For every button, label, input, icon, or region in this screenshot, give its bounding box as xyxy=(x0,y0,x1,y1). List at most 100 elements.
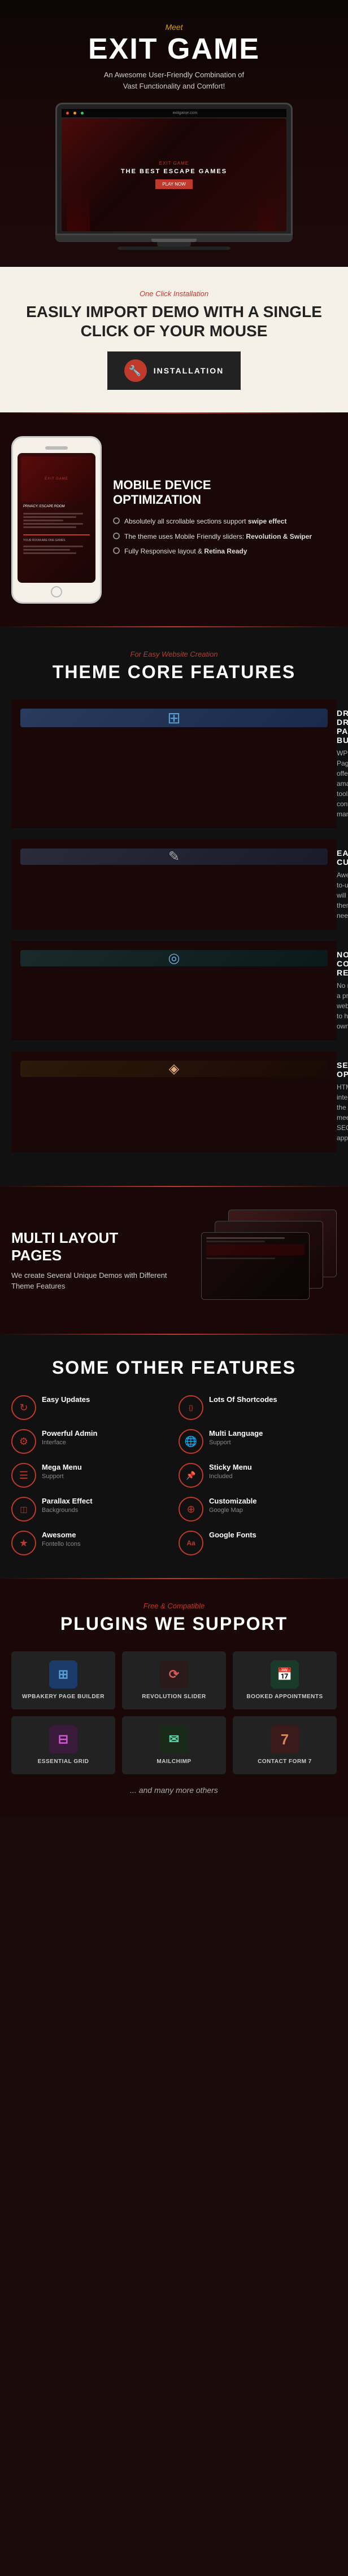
plugin-card-cf7: 7 CONTACT FORM 7 xyxy=(233,1716,337,1774)
megamenu-info: Mega MenuSupport xyxy=(42,1463,82,1481)
feature-item-drag: ⊞ DRAG & DROP PAGE BUILDER WPBakery Page… xyxy=(11,700,337,828)
mobile-feature-list: Absolutely all scrollable sections suppo… xyxy=(113,517,337,556)
install-icon: 🔧 xyxy=(124,359,147,382)
hero-subtitle: An Awesome User-Friendly Combination ofV… xyxy=(11,69,337,91)
sticky-info: Sticky MenuIncluded xyxy=(209,1463,252,1481)
sticky-icon: 📌 xyxy=(179,1463,203,1488)
page-card-3 xyxy=(201,1232,310,1300)
plugin-card-booked: 📅 BOOKED APPOINTMENTS xyxy=(233,1651,337,1709)
feature-text-seo: SEO OPTIMIZED HTML code integrated into … xyxy=(337,1061,348,1143)
phone-line xyxy=(23,520,63,521)
phone-screen: Exit Game PRIVACY: ESCAPE ROOM YOUR ROOM… xyxy=(18,453,95,583)
feat-card-multilang: 🌐 Multi LanguageSupport xyxy=(179,1429,337,1454)
mobile-title: MOBILE DEVICE OPTIMIZATION xyxy=(113,478,337,508)
shortcodes-icon: {} xyxy=(179,1395,203,1420)
googlefonts-icon: Aa xyxy=(179,1531,203,1555)
phone-line xyxy=(23,549,70,551)
phone-mockup: Exit Game PRIVACY: ESCAPE ROOM YOUR ROOM… xyxy=(11,436,102,604)
plugin-card-essential: ⊟ ESSENTIAL GRID xyxy=(11,1716,115,1774)
list-item: Fully Responsive layout & Retina Ready xyxy=(113,547,337,556)
other-features-title: SOME OTHER FEATURES xyxy=(11,1357,337,1378)
mobile-section: Exit Game PRIVACY: ESCAPE ROOM YOUR ROOM… xyxy=(0,414,348,626)
mailchimp-label: MAILCHIMP xyxy=(156,1758,191,1765)
customize-icon: ✎ xyxy=(168,849,180,865)
feat-card-gmap: ⊕ CustomizableGoogle Map xyxy=(179,1497,337,1522)
phone-screen-lines xyxy=(21,511,92,532)
hero-title: EXIT GAME xyxy=(11,34,337,64)
coding-icon: ◎ xyxy=(168,950,180,966)
laptop-screen: EXIT GAME THE BEST ESCAPE GAMES Play Now xyxy=(62,118,286,231)
plugin-card-revolution: ⟳ REVOLUTION SLIDER xyxy=(122,1651,226,1709)
multilang-info: Multi LanguageSupport xyxy=(209,1429,263,1447)
booked-icon: 📅 xyxy=(271,1660,299,1689)
phone-line xyxy=(23,513,83,515)
plugin-card-wpbakery: ⊞ WPBAKERY PAGE BUILDER xyxy=(11,1651,115,1709)
multi-image xyxy=(201,1210,337,1311)
cf7-label: CONTACT FORM 7 xyxy=(258,1758,312,1765)
install-title: EASILY IMPORT DEMO WITH A SINGLE CLICK O… xyxy=(11,302,337,340)
feature-thumb-seo: ◈ xyxy=(20,1061,328,1077)
mailchimp-icon: ✉ xyxy=(160,1725,188,1753)
laptop-stand xyxy=(157,242,191,247)
feature-item-seo: ◈ SEO OPTIMIZED HTML code integrated int… xyxy=(11,1052,337,1152)
revolution-icon: ⟳ xyxy=(160,1660,188,1689)
feat-card-megamenu: ☰ Mega MenuSupport xyxy=(11,1463,169,1488)
multilang-icon: 🌐 xyxy=(179,1429,203,1454)
phone-screen-img: Exit Game xyxy=(21,456,92,502)
feature-item-customize: ✎ EASY TO CUSTOMIZE Awesome easy-to-use … xyxy=(11,839,337,930)
other-features-section: SOME OTHER FEATURES ↻ Easy Updates {} Lo… xyxy=(0,1335,348,1578)
phone-frame: Exit Game PRIVACY: ESCAPE ROOM YOUR ROOM… xyxy=(11,436,102,604)
gmap-icon: ⊕ xyxy=(179,1497,203,1522)
seo-icon: ◈ xyxy=(169,1061,179,1077)
feat-card-updates: ↻ Easy Updates xyxy=(11,1395,169,1420)
feature-thumb-customize: ✎ xyxy=(20,849,328,865)
parallax-info: Parallax EffectBackgrounds xyxy=(42,1497,93,1515)
gmap-info: CustomizableGoogle Map xyxy=(209,1497,257,1515)
feature-item-coding: ◎ NO CODING REQUIRED No need to be a pro… xyxy=(11,941,337,1040)
core-label: For Easy Website Creation xyxy=(11,650,337,658)
essential-icon: ⊟ xyxy=(49,1725,77,1753)
admin-info: Powerful AdminInterface xyxy=(42,1429,97,1447)
wpbakery-icon: ⊞ xyxy=(49,1660,77,1689)
phone-line xyxy=(23,546,83,547)
plugins-title: PLUGINS WE SUPPORT xyxy=(11,1614,337,1634)
drag-icon: ⊞ xyxy=(167,709,180,727)
feature-thumb-drag: ⊞ xyxy=(20,709,328,727)
hero-section: Meet EXIT GAME An Awesome User-Friendly … xyxy=(0,0,348,267)
core-title: THEME CORE FEATURES xyxy=(11,662,337,683)
feat-card-sticky: 📌 Sticky MenuIncluded xyxy=(179,1463,337,1488)
phone-line xyxy=(23,516,76,518)
phone-screen-content: Exit Game PRIVACY: ESCAPE ROOM YOUR ROOM… xyxy=(18,453,95,561)
install-btn-label: INSTALLATION xyxy=(154,366,224,375)
parallax-icon: ◫ xyxy=(11,1497,36,1522)
updates-info: Easy Updates xyxy=(42,1395,90,1405)
list-item: Absolutely all scrollable sections suppo… xyxy=(113,517,337,526)
list-item: The theme uses Mobile Friendly sliders: … xyxy=(113,532,337,542)
phone-line xyxy=(23,552,76,554)
feat-card-admin: ⚙ Powerful AdminInterface xyxy=(11,1429,169,1454)
phone-line xyxy=(23,526,76,528)
updates-icon: ↻ xyxy=(11,1395,36,1420)
bullet-icon xyxy=(113,533,120,539)
feat-card-fontello: ★ AwesomeFontello Icons xyxy=(11,1531,169,1555)
phone-notch xyxy=(45,446,68,450)
phone-home-button xyxy=(51,586,62,597)
bullet-icon xyxy=(113,517,120,524)
plugins-more-label: ... and many more others xyxy=(11,1786,337,1795)
laptop-frame: exitgame.com EXIT GAME THE BEST ESCAPE G… xyxy=(55,103,293,235)
one-click-label: One Click Installation xyxy=(11,289,337,298)
laptop-mockup: exitgame.com EXIT GAME THE BEST ESCAPE G… xyxy=(55,103,293,250)
plugins-section: Free & Compatible PLUGINS WE SUPPORT ⊞ W… xyxy=(0,1579,348,1817)
hero-meet-label: Meet xyxy=(11,23,337,32)
core-features-section: For Easy Website Creation THEME CORE FEA… xyxy=(0,627,348,1186)
googlefonts-info: Google Fonts xyxy=(209,1531,256,1540)
fontello-info: AwesomeFontello Icons xyxy=(42,1531,80,1549)
feature-text-coding: NO CODING REQUIRED No need to be a profe… xyxy=(337,950,348,1031)
mobile-content: MOBILE DEVICE OPTIMIZATION Absolutely al… xyxy=(113,478,337,562)
install-button[interactable]: 🔧 INSTALLATION xyxy=(107,351,241,390)
multi-text: MULTI LAYOUT PAGES We create Several Uni… xyxy=(11,1229,190,1292)
pages-stack xyxy=(201,1210,337,1311)
laptop-foot xyxy=(118,247,230,250)
feature-text-drag: DRAG & DROP PAGE BUILDER WPBakery Page B… xyxy=(337,709,348,819)
feature-thumb-coding: ◎ xyxy=(20,950,328,966)
